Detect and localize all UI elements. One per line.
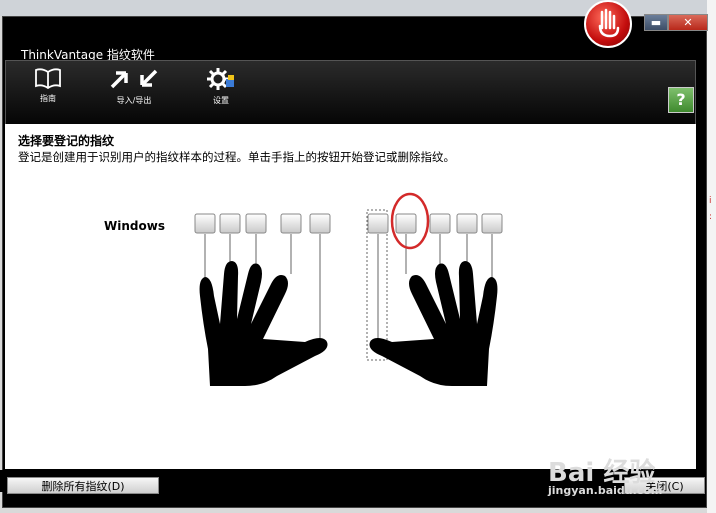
left-little-finger-button[interactable]	[194, 213, 216, 234]
toolbar: 指南 导入/导出 设置 ?	[5, 60, 696, 124]
import-export-label: 导入/导出	[116, 96, 152, 105]
left-ring-finger-button[interactable]	[219, 213, 241, 234]
book-icon	[35, 68, 61, 89]
right-middle-finger-button[interactable]	[429, 213, 451, 234]
right-thumb-button[interactable]	[367, 213, 389, 234]
import-export-icon	[110, 69, 158, 89]
watermark-url: jingyan.baidu.com	[548, 484, 663, 497]
fingerprint-logo-icon	[584, 0, 632, 48]
import-export-button[interactable]: 导入/导出	[108, 67, 160, 106]
close-window-button[interactable]: ✕	[668, 14, 708, 31]
left-thumb-button[interactable]	[309, 213, 331, 234]
left-hand-finger-buttons	[194, 213, 331, 234]
guide-button[interactable]: 指南	[34, 67, 62, 104]
help-icon[interactable]: ?	[668, 87, 694, 113]
hands-diagram	[194, 192, 503, 386]
settings-label: 设置	[213, 96, 229, 105]
right-index-finger-button[interactable]	[395, 213, 417, 234]
left-hand-silhouette	[199, 261, 328, 386]
settings-button[interactable]: 设置	[206, 67, 236, 106]
left-middle-finger-button[interactable]	[245, 213, 267, 234]
guide-label: 指南	[40, 94, 56, 103]
delete-all-fingerprints-button[interactable]: 删除所有指纹(D)	[7, 477, 159, 494]
gear-icon	[207, 68, 234, 90]
left-index-finger-button[interactable]	[280, 213, 302, 234]
window-controls: ▬ ✕	[644, 14, 708, 31]
content-panel: 选择要登记的指纹 登记是创建用于识别用户的指纹样本的过程。单击手指上的按钮开始登…	[5, 124, 696, 469]
right-ring-finger-button[interactable]	[456, 213, 478, 234]
background-app-edge: i :	[707, 0, 716, 513]
minimize-button[interactable]: ▬	[644, 14, 668, 31]
right-hand-silhouette	[369, 261, 498, 386]
right-hand-finger-buttons	[367, 213, 503, 234]
right-little-finger-button[interactable]	[481, 213, 503, 234]
